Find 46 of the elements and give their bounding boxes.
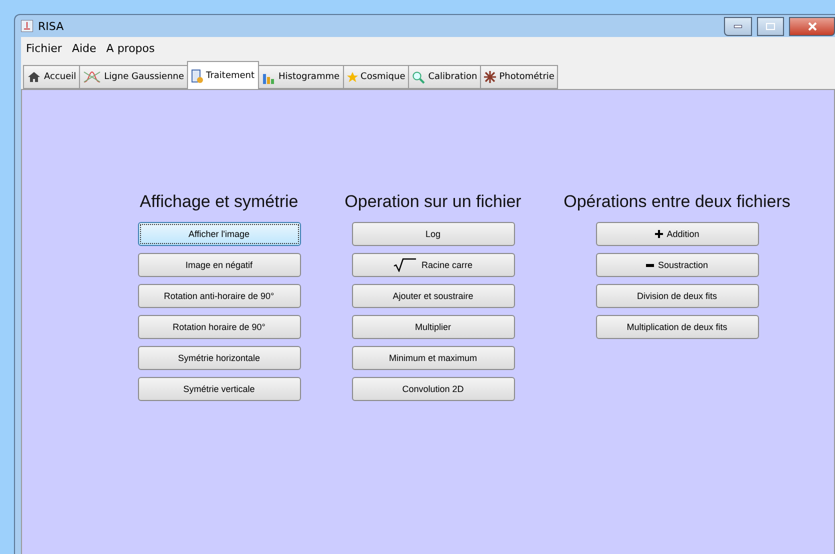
tab[interactable]: Histogramme <box>258 65 344 89</box>
action-button[interactable]: Minimum et maximum <box>352 346 514 370</box>
menu-item[interactable]: Fichier <box>26 42 62 54</box>
search-icon <box>412 70 426 84</box>
action-button[interactable]: Soustraction <box>596 253 758 277</box>
maximize-button[interactable] <box>757 16 784 36</box>
maximize-icon <box>766 22 775 30</box>
window-title: RISA <box>38 20 64 32</box>
close-button[interactable] <box>789 16 835 36</box>
app-icon <box>21 20 33 32</box>
tab[interactable]: Cosmique <box>342 65 410 89</box>
action-button[interactable]: Log <box>352 222 514 246</box>
section-heading: Operation sur un fichier <box>344 192 522 212</box>
action-button[interactable]: Racine carre <box>352 253 514 277</box>
section-heading: Opérations entre deux fichiers <box>564 192 790 212</box>
square-root-icon <box>393 258 418 272</box>
document-icon <box>191 68 204 82</box>
action-button[interactable]: Multiplication de deux fits <box>596 315 758 339</box>
tab[interactable]: Ligne Gaussienne <box>79 65 188 89</box>
menu-item[interactable]: A propos <box>106 42 155 54</box>
action-button[interactable]: Symétrie verticale <box>138 377 300 401</box>
tab[interactable]: Accueil <box>23 65 80 89</box>
action-button[interactable]: Ajouter et soustraire <box>352 284 514 308</box>
action-button[interactable]: Symétrie horizontale <box>138 346 300 370</box>
burst-icon <box>484 71 496 83</box>
action-button[interactable]: Multiplier <box>352 315 514 339</box>
tab[interactable]: Traitement <box>187 61 259 89</box>
action-button[interactable]: Addition <box>596 222 758 246</box>
action-button[interactable]: Convolution 2D <box>352 377 514 401</box>
action-button[interactable]: Rotation horaire de 90° <box>138 315 300 339</box>
star-icon <box>346 72 358 82</box>
plus-icon <box>654 230 663 238</box>
action-button[interactable]: Image en négatif <box>138 253 300 277</box>
minus-icon <box>646 264 654 266</box>
tab[interactable]: Calibration <box>408 65 482 89</box>
action-button[interactable]: Afficher l'image <box>138 222 300 246</box>
menu-item[interactable]: Aide <box>72 42 96 54</box>
section-heading: Affichage et symétrie <box>140 192 298 212</box>
minimize-button[interactable] <box>724 16 752 36</box>
curve-icon <box>83 71 102 83</box>
close-icon <box>808 22 816 30</box>
minimize-icon <box>734 24 742 28</box>
house-icon <box>27 71 41 83</box>
tab[interactable]: Photométrie <box>480 65 558 89</box>
action-button[interactable]: Division de deux fits <box>596 284 758 308</box>
action-button[interactable]: Rotation anti-horaire de 90° <box>138 284 300 308</box>
